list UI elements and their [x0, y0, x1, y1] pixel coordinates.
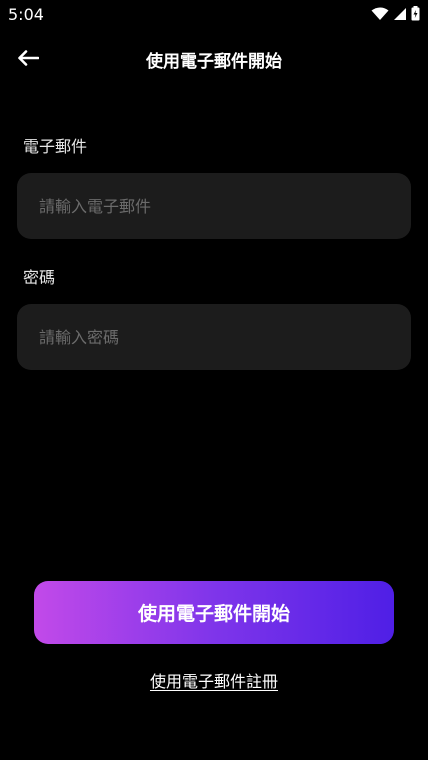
register-with-email-link[interactable]: 使用電子郵件註冊 — [0, 668, 428, 692]
signal-icon — [394, 7, 406, 20]
password-input[interactable] — [17, 304, 411, 370]
battery-icon — [411, 6, 420, 21]
email-input[interactable] — [17, 173, 411, 239]
email-label: 電子郵件 — [23, 137, 88, 156]
page-title: 使用電子郵件開始 — [146, 52, 282, 72]
password-label: 密碼 — [23, 268, 56, 287]
status-icons — [371, 6, 420, 21]
app-bar: 使用電子郵件開始 — [0, 38, 428, 78]
start-with-email-button[interactable]: 使用電子郵件開始 — [34, 581, 394, 644]
wifi-icon — [371, 7, 389, 20]
status-time: 5:04 — [8, 5, 44, 24]
status-bar: 5:04 — [0, 0, 428, 30]
